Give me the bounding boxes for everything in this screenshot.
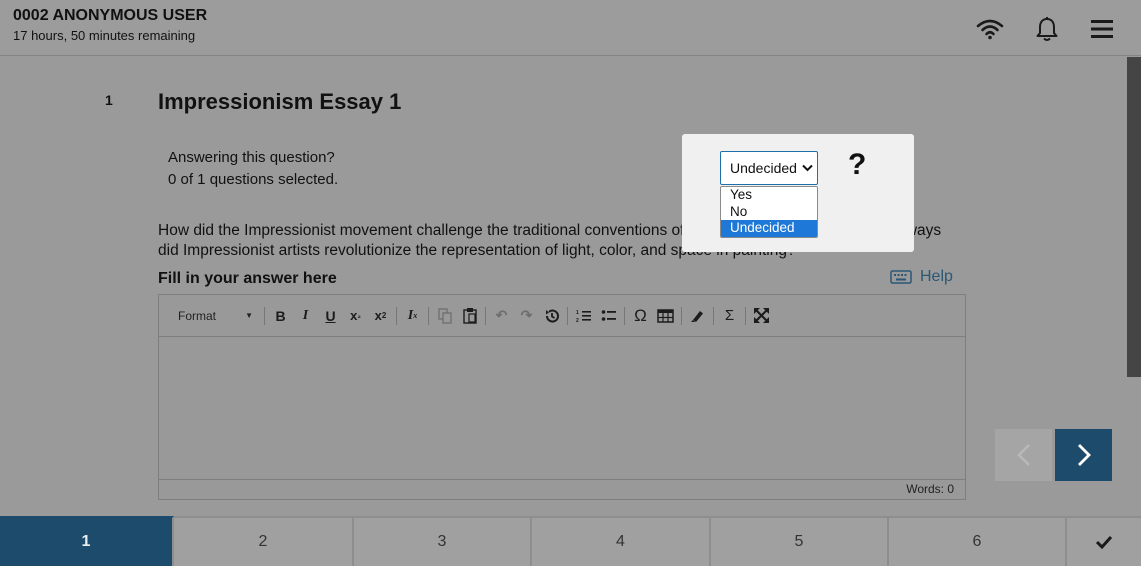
numbered-list-icon[interactable]: 12	[571, 304, 596, 328]
keyboard-icon	[890, 270, 912, 284]
question-tabs: 1 2 3 4 5 6	[0, 516, 1141, 566]
answering-label: Answering this question?	[168, 149, 335, 166]
editor-toolbar: Format ▼ B I U x₂ x2 Ix ↶ ↷ 12 Ω Σ	[159, 295, 965, 337]
bell-icon[interactable]	[1032, 14, 1062, 44]
subscript-button[interactable]: x₂	[343, 304, 368, 328]
italic-button[interactable]: I	[293, 304, 318, 328]
paste-icon[interactable]	[457, 304, 482, 328]
toolbar-separator	[567, 306, 568, 325]
toolbar-separator	[485, 306, 486, 325]
next-button[interactable]	[1055, 429, 1112, 481]
chevron-down-icon	[802, 164, 813, 172]
format-label: Format	[178, 308, 217, 323]
wifi-icon[interactable]	[975, 14, 1005, 44]
history-icon[interactable]	[539, 304, 564, 328]
question-title: Impressionism Essay 1	[158, 89, 402, 114]
top-header: 0002 ANONYMOUS USER 17 hours, 50 minutes…	[0, 0, 1141, 56]
toolbar-separator	[681, 306, 682, 325]
option-yes[interactable]: Yes	[721, 187, 817, 204]
editor-text-area[interactable]	[159, 338, 965, 479]
toolbar-separator	[624, 306, 625, 325]
remove-format-button[interactable]: Ix	[400, 304, 425, 328]
select-value: Undecided	[730, 160, 797, 176]
superscript-button[interactable]: x2	[368, 304, 393, 328]
user-name: 0002 ANONYMOUS USER	[13, 7, 208, 24]
finish-tab[interactable]	[1067, 516, 1141, 566]
toolbar-separator	[396, 306, 397, 325]
selection-status: 0 of 1 questions selected.	[168, 171, 339, 188]
word-count: Words: 0	[159, 479, 965, 499]
answer-choice-select[interactable]: Undecided	[720, 151, 818, 185]
select-options-list: Yes No Undecided	[720, 186, 818, 238]
page-scrollbar[interactable]	[1127, 57, 1141, 377]
tab-question-1[interactable]: 1	[0, 516, 174, 566]
undo-icon[interactable]: ↶	[489, 304, 514, 328]
toolbar-separator	[745, 306, 746, 325]
highlighter-icon[interactable]	[685, 304, 710, 328]
help-link[interactable]: Help	[890, 268, 953, 286]
special-char-icon[interactable]: Ω	[628, 304, 653, 328]
answering-block: Answering this question? 0 of 1 question…	[168, 147, 338, 191]
menu-icon[interactable]	[1087, 14, 1117, 44]
sigma-icon[interactable]: Σ	[717, 304, 742, 328]
help-label[interactable]: Help	[920, 268, 953, 286]
previous-button[interactable]	[995, 429, 1052, 481]
toolbar-separator	[428, 306, 429, 325]
bold-button[interactable]: B	[268, 304, 293, 328]
option-no[interactable]: No	[721, 204, 817, 221]
checkmark-icon	[1095, 535, 1113, 549]
redo-icon[interactable]: ↷	[514, 304, 539, 328]
svg-text:1: 1	[576, 310, 579, 316]
question-number: 1	[105, 92, 113, 108]
bulleted-list-icon[interactable]	[596, 304, 621, 328]
toolbar-separator	[264, 306, 265, 325]
copy-icon[interactable]	[432, 304, 457, 328]
option-undecided[interactable]: Undecided	[721, 220, 817, 237]
chevron-left-icon	[1016, 444, 1030, 466]
answer-editor: Format ▼ B I U x₂ x2 Ix ↶ ↷ 12 Ω Σ Words…	[158, 294, 966, 500]
underline-button[interactable]: U	[318, 304, 343, 328]
toolbar-separator	[713, 306, 714, 325]
tab-question-3[interactable]: 3	[354, 516, 532, 566]
tab-question-5[interactable]: 5	[711, 516, 889, 566]
table-icon[interactable]	[653, 304, 678, 328]
tab-question-2[interactable]: 2	[174, 516, 354, 566]
question-mark-icon[interactable]: ?	[848, 148, 866, 182]
answer-label: Fill in your answer here	[158, 270, 337, 287]
time-remaining: 17 hours, 50 minutes remaining	[13, 28, 196, 43]
svg-text:2: 2	[576, 318, 579, 323]
chevron-right-icon	[1077, 444, 1091, 466]
tab-question-4[interactable]: 4	[532, 516, 711, 566]
format-dropdown[interactable]: Format ▼	[165, 304, 261, 328]
caret-down-icon: ▼	[245, 311, 253, 320]
maximize-icon[interactable]	[749, 304, 774, 328]
tab-question-6[interactable]: 6	[889, 516, 1067, 566]
